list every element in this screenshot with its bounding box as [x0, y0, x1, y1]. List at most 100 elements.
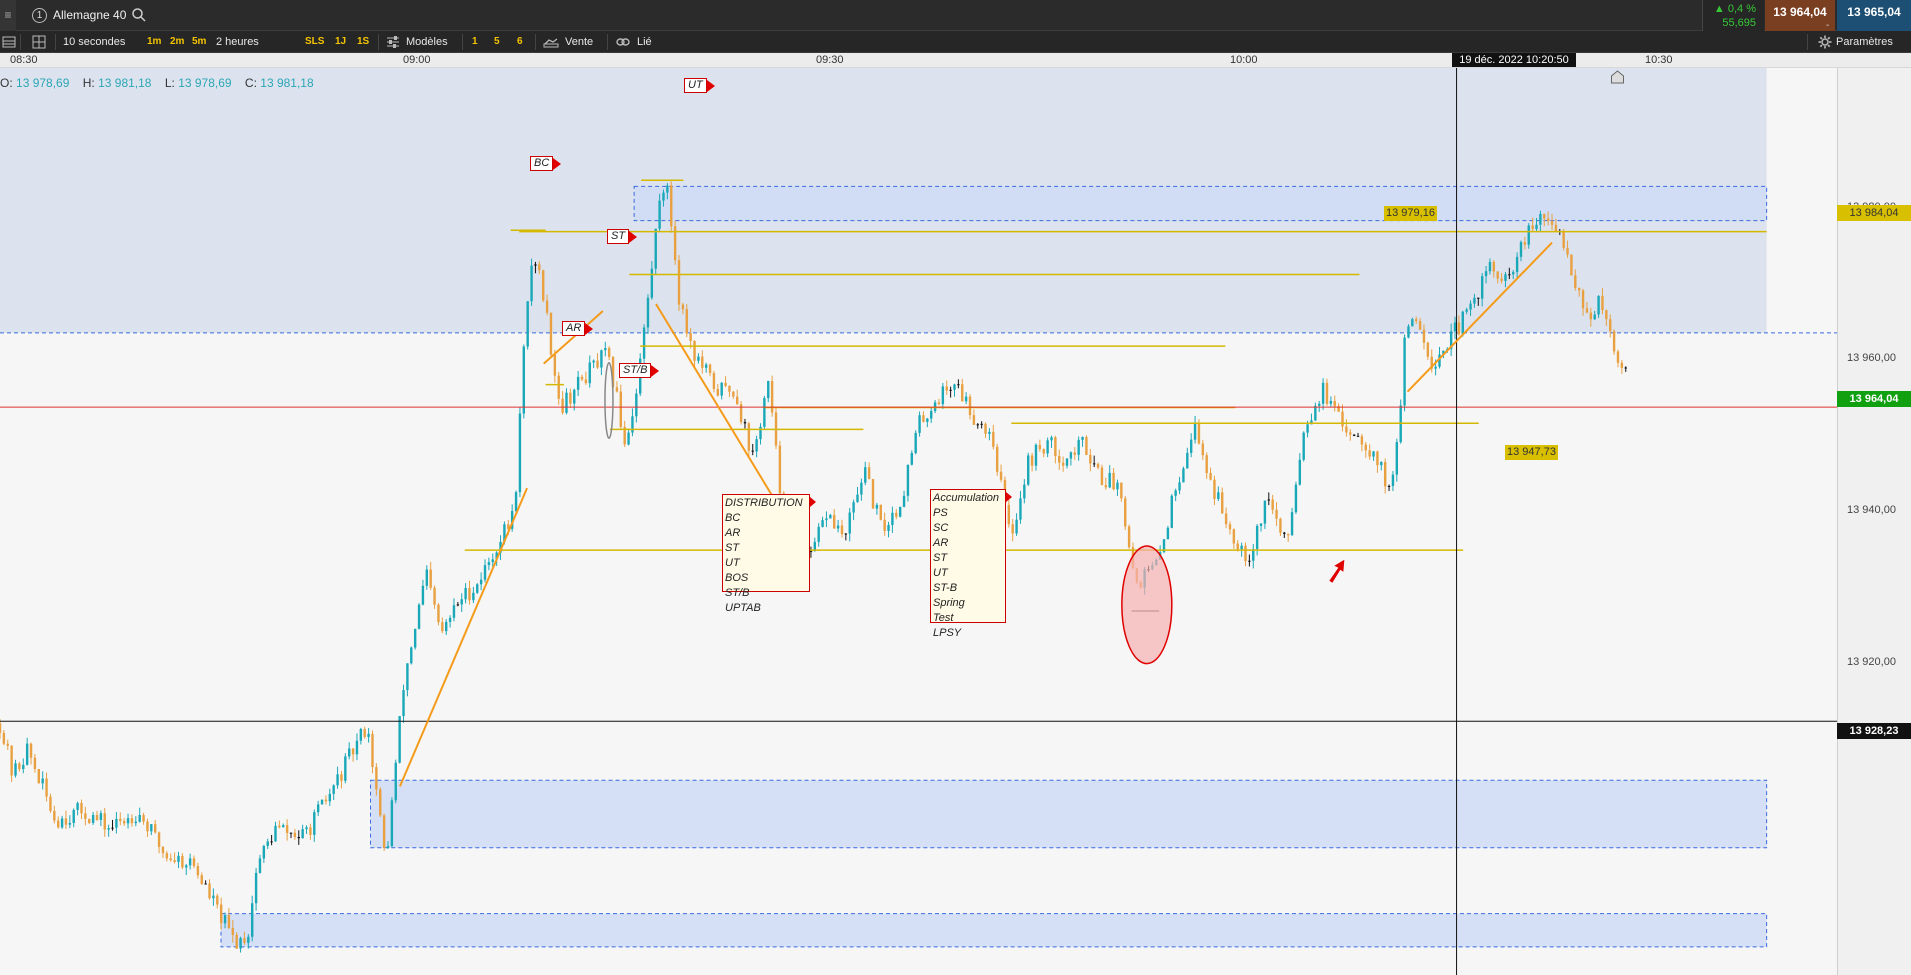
candle-body — [25, 743, 29, 765]
candle-body — [914, 432, 917, 454]
ohlc-legend: O: 13 978,69 H: 13 981,18 L: 13 978,69 C… — [0, 76, 324, 90]
candle-body — [860, 482, 863, 495]
quick-qty-1[interactable]: 1 — [472, 31, 478, 53]
quick-qty-6[interactable]: 6 — [517, 31, 523, 53]
level-tag-high[interactable]: 13 979,16 — [1384, 206, 1437, 221]
label-stb[interactable]: ST/B — [619, 363, 661, 378]
candle-body — [642, 327, 646, 359]
candle-body — [879, 504, 882, 520]
candle-body — [1054, 437, 1057, 457]
candle-body — [386, 846, 390, 848]
candle-body — [181, 855, 184, 868]
candle-body — [1554, 224, 1558, 231]
sell-price-button[interactable]: 13 964,04 — [1765, 0, 1835, 31]
link-icon[interactable] — [616, 36, 630, 48]
candle-body — [1508, 274, 1511, 276]
high-value: 13 981,18 — [98, 76, 152, 90]
candle-body — [1267, 499, 1270, 501]
hand-sell-icon[interactable] — [543, 35, 559, 49]
list-icon[interactable] — [2, 35, 16, 49]
candle-body — [1570, 254, 1573, 276]
candle-body — [1574, 275, 1577, 288]
timeframe-1s[interactable]: 1S — [357, 31, 369, 53]
candle-body — [580, 376, 584, 380]
candle-body — [1461, 311, 1464, 335]
candle-body — [972, 415, 976, 425]
timeframe-2m[interactable]: 2m — [170, 31, 184, 53]
candle-body — [165, 853, 169, 859]
instrument-name[interactable]: Allemagne 40 — [53, 8, 126, 22]
distribution-note[interactable]: DISTRIBUTION BC AR ST UT BOS ST/B UPTAB — [722, 494, 816, 614]
candle-body — [99, 813, 103, 820]
candle-body — [452, 605, 456, 618]
timeframe-5m[interactable]: 5m — [192, 31, 206, 53]
candle-body — [1411, 319, 1414, 327]
note-line: ST — [725, 542, 740, 554]
candle-body — [1562, 231, 1565, 248]
candle-body — [91, 814, 95, 823]
candle-body — [1492, 261, 1496, 272]
gear-icon[interactable] — [1818, 35, 1832, 49]
candle-body — [212, 895, 215, 899]
candle-body — [534, 264, 537, 266]
timeframe-sls[interactable]: SLS — [305, 31, 324, 53]
buy-price-button[interactable]: 13 965,04 — [1837, 0, 1911, 31]
candle-body — [1298, 459, 1302, 485]
candle-body — [821, 520, 824, 527]
search-icon[interactable] — [131, 7, 147, 23]
period-select[interactable]: 2 heures — [216, 31, 259, 53]
candle-body — [844, 533, 848, 535]
price-chart[interactable]: O: 13 978,69 H: 13 981,18 L: 13 978,69 C… — [0, 68, 1837, 975]
candle-body — [487, 562, 491, 566]
menu-icon[interactable]: ≡ — [0, 0, 16, 31]
candle-body — [701, 356, 704, 368]
label-ar[interactable]: AR — [562, 321, 594, 336]
candle-body — [348, 748, 351, 757]
candle-body — [646, 297, 650, 328]
candle-body — [704, 364, 708, 368]
chart-canvas[interactable] — [0, 68, 1837, 975]
candle-body — [88, 818, 91, 823]
timeframe-1m[interactable]: 1m — [147, 31, 161, 53]
label-ut[interactable]: UT — [684, 78, 715, 93]
interval-select[interactable]: 10 secondes — [63, 31, 125, 53]
timeframe-1j[interactable]: 1J — [335, 31, 346, 53]
candle-body — [227, 915, 231, 929]
candle-body — [918, 415, 921, 433]
quick-qty-5[interactable]: 5 — [494, 31, 500, 53]
level-tag-low[interactable]: 13 947,73 — [1505, 445, 1558, 460]
candle-body — [817, 526, 820, 542]
candle-body — [1197, 423, 1201, 444]
candle-body — [382, 815, 386, 848]
candle-body — [1178, 482, 1181, 491]
candle-body — [833, 514, 836, 529]
settings-button[interactable]: Paramètres — [1836, 31, 1893, 53]
price-tick: 13 940,00 — [1847, 504, 1896, 516]
candle-body — [2, 732, 6, 744]
candle-body — [441, 622, 444, 632]
candle-body — [1321, 382, 1325, 404]
sell-mode-button[interactable]: Vente — [565, 31, 593, 53]
candle-body — [402, 690, 405, 717]
candle-body — [406, 663, 409, 691]
accumulation-note[interactable]: Accumulation PS SC AR ST UT ST-B Spring … — [930, 489, 1012, 639]
sliders-icon[interactable] — [386, 35, 400, 49]
label-bc[interactable]: BC — [530, 156, 562, 171]
candle-body — [759, 426, 762, 440]
low-label: L: — [164, 76, 175, 90]
models-button[interactable]: Modèles — [406, 31, 448, 53]
layout-icon[interactable] — [32, 35, 46, 49]
candle-body — [247, 936, 250, 943]
linked-button[interactable]: Lié — [637, 31, 652, 53]
candle-body — [530, 265, 533, 302]
candle-body — [1085, 436, 1088, 455]
candle-body — [1480, 276, 1484, 299]
candle-body — [576, 376, 580, 390]
candle-body — [1605, 310, 1608, 320]
candle-body — [367, 733, 370, 737]
candle-body — [1616, 351, 1620, 363]
label-st[interactable]: ST — [607, 229, 638, 244]
instrument-number-badge[interactable]: 1 — [32, 8, 47, 23]
candle-body — [29, 743, 33, 758]
candle-body — [1232, 529, 1236, 544]
